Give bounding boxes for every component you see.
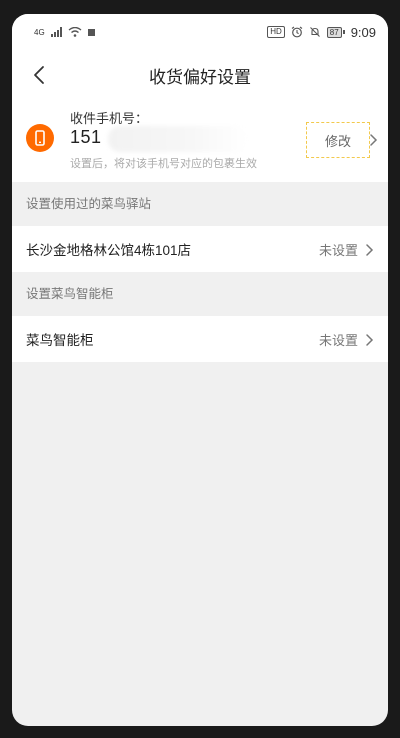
locker-section-header: 设置菜鸟智能柜 [26,287,114,301]
wifi-icon [68,27,82,37]
network-label: 4G [34,27,45,37]
edit-phone-button[interactable]: 修改 [306,122,370,158]
phone-label: 收件手机号： [70,111,149,126]
chevron-right-icon [366,244,374,256]
battery-level: 87 [326,26,342,38]
number-redaction [108,126,248,152]
locker-row-status: 未设置 [318,332,358,348]
station-row[interactable]: 长沙金地格林公馆4栋101店 未设置 [12,226,388,272]
status-bar: 4G HD 87 9:09 [12,14,388,50]
phone-screen: 4G HD 87 9:09 收货偏好设置 收件手机号： 151 设置后，将对该手… [12,14,388,726]
back-icon[interactable] [28,61,52,89]
station-row-label: 长沙金地格林公馆4栋101店 [26,243,192,258]
status-left: 4G [34,27,95,37]
status-right: HD 87 9:09 [267,25,376,40]
sim-icon [87,28,95,36]
station-section-header: 设置使用过的菜鸟驿站 [26,197,152,211]
signal-icon [50,27,62,37]
clock: 9:09 [350,24,376,40]
phone-card: 收件手机号： 151 设置后，将对该手机号对应的包裹生效 修改 [12,100,388,182]
chevron-right-icon [366,334,374,346]
hd-icon: HD [267,26,285,38]
locker-row[interactable]: 菜鸟智能柜 未设置 [12,316,388,362]
phone-note: 设置后，将对该手机号对应的包裹生效 [70,158,257,170]
phone-number: 151 [70,127,102,147]
station-row-status: 未设置 [318,242,358,258]
locker-row-label: 菜鸟智能柜 [26,333,94,348]
alarm-icon [291,26,303,38]
page-title: 收货偏好设置 [149,67,251,87]
battery-icon: 87 [326,26,345,38]
mobile-phone-icon [26,124,54,152]
edit-button-label: 修改 [324,133,351,149]
chevron-right-icon [370,134,378,146]
nav-bar: 收货偏好设置 [12,50,388,100]
mute-bell-icon [309,27,320,37]
